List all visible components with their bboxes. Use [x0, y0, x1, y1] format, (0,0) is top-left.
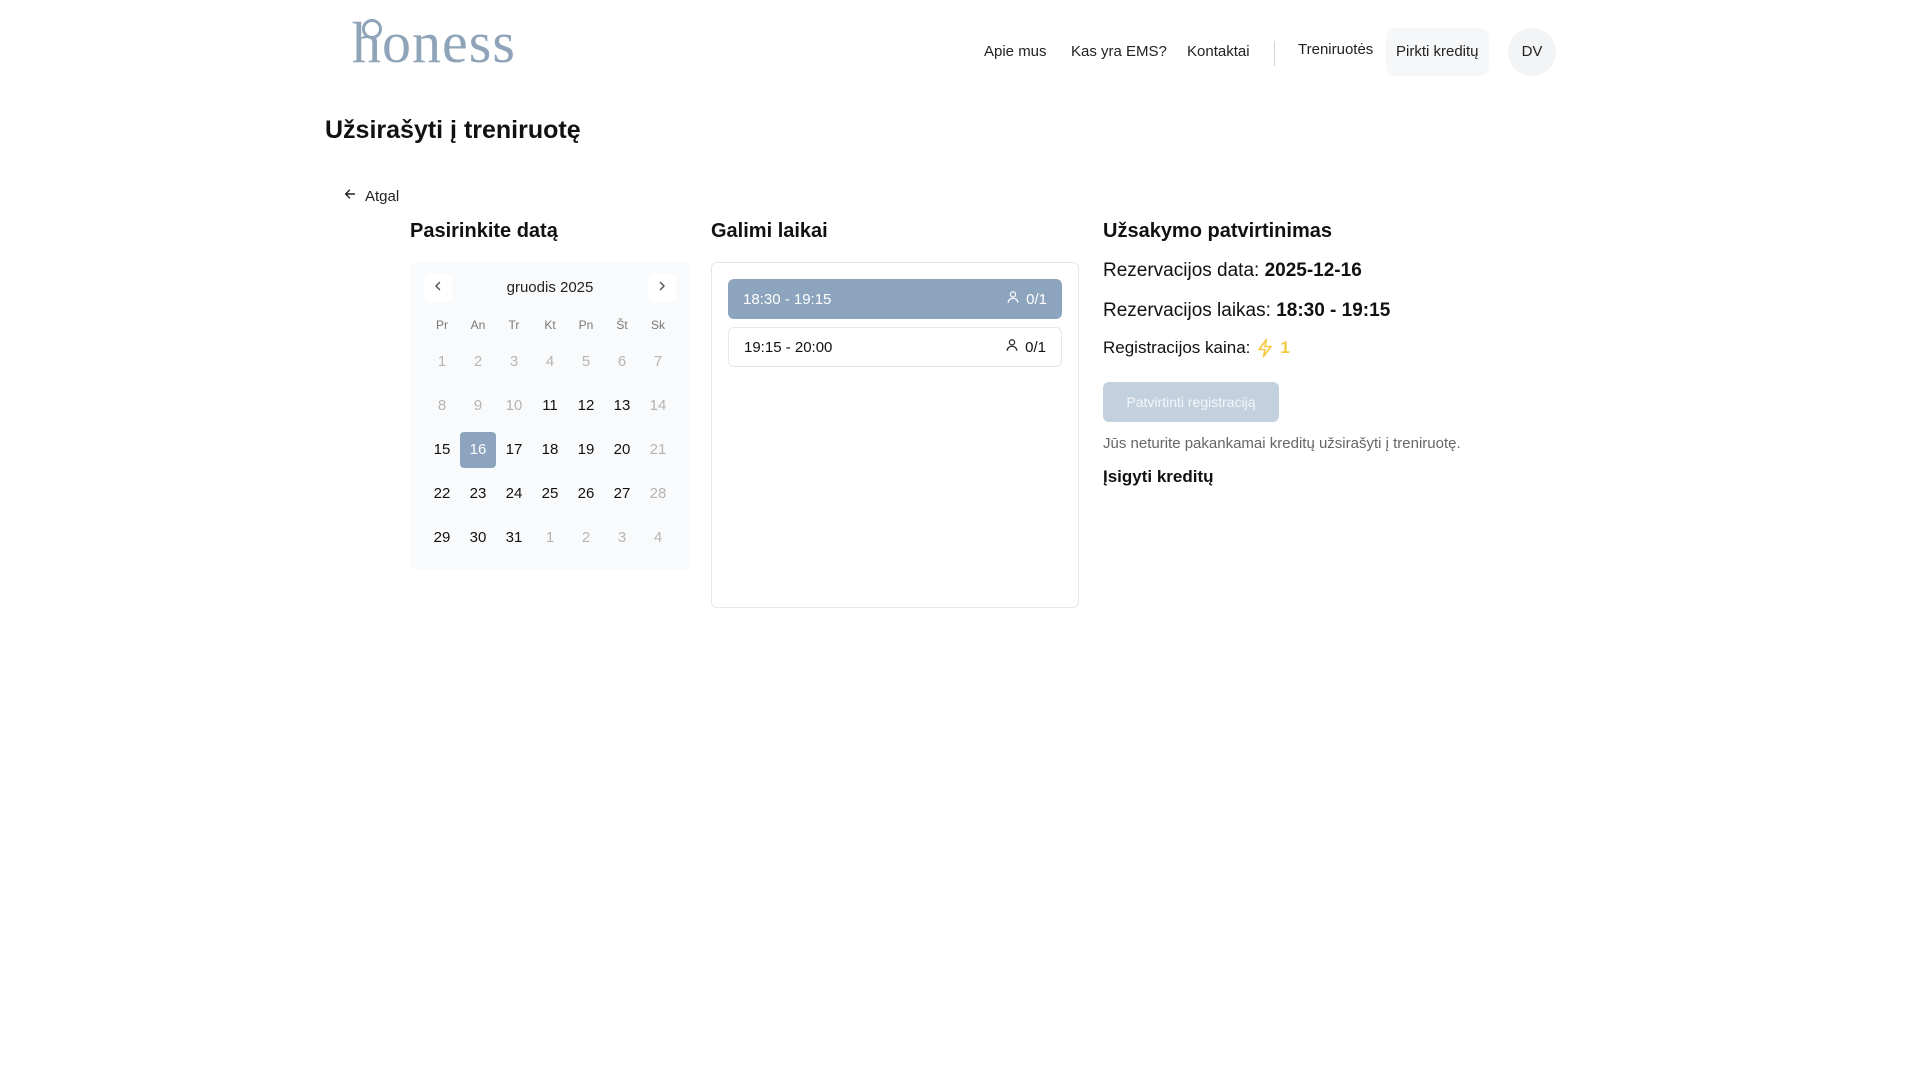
calendar-day-disabled: 8 — [437, 397, 447, 414]
reservation-time-label: Rezervacijos laikas: — [1103, 300, 1271, 321]
arrow-left-icon — [343, 186, 357, 208]
times-section-title: Galimi laikai — [711, 220, 828, 242]
nav-about[interactable]: Apie mus — [984, 28, 1047, 76]
calendar-day-disabled: 9 — [473, 397, 483, 414]
confirmation-section-title: Užsakymo patvirtinimas — [1103, 220, 1332, 242]
time-slot[interactable]: 19:15 - 20:00 0/1 — [728, 327, 1062, 367]
back-button[interactable]: Atgal — [343, 186, 399, 208]
time-slot-label: 19:15 - 20:00 — [744, 338, 833, 356]
calendar-day-selected[interactable]: 16 — [460, 432, 496, 468]
back-label: Atgal — [365, 188, 400, 205]
calendar-day[interactable]: 26 — [568, 476, 604, 512]
registration-price-label: Registracijos kaina: — [1103, 338, 1251, 357]
insufficient-credits-message: Jūs neturite pakankamai kreditų užsirašy… — [1103, 435, 1461, 452]
calendar-day[interactable]: 19 — [568, 432, 604, 468]
weekday-label: Sk — [650, 318, 665, 332]
next-month-button[interactable] — [648, 274, 676, 302]
reservation-time: Rezervacijos laikas: 18:30 - 19:15 — [1103, 300, 1390, 322]
lightning-icon — [1256, 338, 1274, 358]
calendar-day-outside[interactable]: 2 — [568, 520, 604, 556]
slot-capacity: 0/1 — [1006, 290, 1047, 308]
calendar-day-disabled: 5 — [581, 353, 591, 370]
nav-trainings[interactable]: Treniruotės — [1298, 26, 1373, 74]
chevron-right-icon — [656, 279, 668, 297]
date-section-title: Pasirinkite datą — [410, 220, 558, 242]
nav-ems[interactable]: Kas yra EMS? — [1071, 28, 1167, 76]
calendar-day-outside[interactable]: 3 — [604, 520, 640, 556]
calendar-day[interactable]: 27 — [604, 476, 640, 512]
time-slots-panel: 18:30 - 19:15 0/1 19:15 - 20:00 0/1 — [711, 262, 1079, 608]
calendar-day-disabled: 6 — [617, 353, 627, 370]
confirm-registration-button[interactable]: Patvirtinti registraciją — [1103, 382, 1279, 422]
calendar-day[interactable]: 23 — [460, 476, 496, 512]
calendar-day-disabled: 2 — [473, 353, 483, 370]
slot-capacity-value: 0/1 — [1025, 338, 1046, 356]
calendar-day-disabled: 1 — [437, 353, 447, 370]
calendar-day-disabled: 4 — [545, 353, 555, 370]
weekday-label: Tr — [508, 318, 520, 332]
weekday-label: Pn — [578, 318, 594, 332]
user-avatar[interactable]: DV — [1508, 28, 1556, 76]
date-calendar: gruodis 2025 Pr An Tr Kt Pn Št Sk 1 2 3 … — [410, 262, 690, 570]
time-slot-label: 18:30 - 19:15 — [743, 290, 832, 308]
calendar-day-disabled: 7 — [653, 353, 663, 370]
calendar-day-disabled: 14 — [649, 397, 667, 414]
calendar-day-outside: 4 — [653, 529, 663, 546]
user-icon — [1005, 338, 1019, 356]
slot-capacity-value: 0/1 — [1026, 290, 1047, 308]
calendar-day[interactable]: 12 — [568, 388, 604, 424]
buy-credits-link[interactable]: Įsigyti kreditų — [1103, 467, 1214, 487]
slot-capacity: 0/1 — [1005, 338, 1046, 356]
calendar-day[interactable]: 18 — [532, 432, 568, 468]
page-title: Užsirašyti į treniruotę — [325, 116, 581, 144]
reservation-date-value: 2025-12-16 — [1264, 260, 1362, 281]
reservation-date-label: Rezervacijos data: — [1103, 260, 1260, 281]
calendar-day[interactable]: 22 — [424, 476, 460, 512]
weekday-label: Pr — [436, 318, 448, 332]
calendar-day-disabled: 21 — [649, 441, 667, 458]
user-icon — [1006, 290, 1020, 308]
calendar-day[interactable]: 15 — [424, 432, 460, 468]
calendar-day-disabled: 28 — [649, 485, 667, 502]
calendar-day[interactable]: 30 — [460, 520, 496, 556]
calendar-day[interactable]: 13 — [604, 388, 640, 424]
weekday-label: Kt — [544, 318, 556, 332]
page: honess Apie mus Kas yra EMS? Kontaktai T… — [0, 0, 1920, 1080]
weekday-label: Št — [616, 318, 628, 332]
registration-price: Registracijos kaina: 1 — [1103, 338, 1290, 358]
calendar-day-disabled: 3 — [509, 353, 519, 370]
reservation-date: Rezervacijos data: 2025-12-16 — [1103, 260, 1362, 282]
calendar-grid: Pr An Tr Kt Pn Št Sk 1 2 3 4 5 6 7 8 9 1… — [424, 314, 676, 556]
calendar-header: gruodis 2025 — [410, 262, 690, 310]
calendar-day[interactable]: 20 — [604, 432, 640, 468]
registration-price-value: 1 — [1280, 338, 1290, 357]
calendar-day[interactable]: 24 — [496, 476, 532, 512]
calendar-day-outside[interactable]: 1 — [532, 520, 568, 556]
weekday-label: An — [470, 318, 486, 332]
calendar-day[interactable]: 31 — [496, 520, 532, 556]
time-slot-selected[interactable]: 18:30 - 19:15 0/1 — [728, 279, 1062, 319]
calendar-day[interactable]: 29 — [424, 520, 460, 556]
nav-contacts[interactable]: Kontaktai — [1187, 28, 1250, 76]
reservation-time-value: 18:30 - 19:15 — [1276, 300, 1391, 321]
buy-credits-button[interactable]: Pirkti kreditų — [1386, 28, 1489, 76]
calendar-day-disabled: 10 — [505, 397, 523, 414]
calendar-day[interactable]: 11 — [532, 388, 568, 424]
calendar-day[interactable]: 17 — [496, 432, 532, 468]
main-nav: Apie mus Kas yra EMS? Kontaktai Treniruo… — [0, 28, 1920, 76]
calendar-day[interactable]: 25 — [532, 476, 568, 512]
nav-divider — [1274, 41, 1275, 66]
